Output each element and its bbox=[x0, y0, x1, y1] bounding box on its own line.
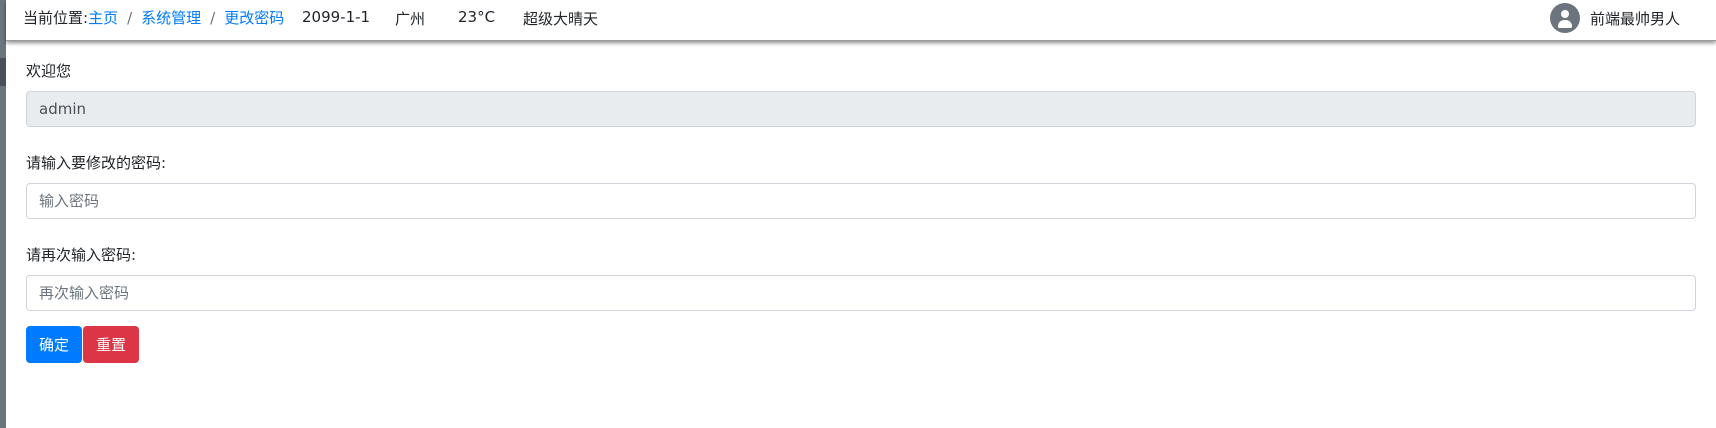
new-password-input[interactable] bbox=[26, 183, 1696, 219]
reset-button[interactable]: 重置 bbox=[83, 326, 140, 363]
header-date: 2099-1-1 bbox=[302, 8, 371, 26]
header-city: 广州 bbox=[395, 10, 426, 28]
user-menu[interactable]: 前端最帅男人 bbox=[1549, 3, 1680, 33]
form-actions: 确定 重置 bbox=[26, 326, 1698, 363]
breadcrumb: 当前位置:主页 / 系统管理 / 更改密码 bbox=[23, 7, 284, 28]
breadcrumb-separator: / bbox=[127, 9, 133, 27]
sidebar-edge-marker bbox=[0, 58, 6, 86]
avatar-body-shape bbox=[1557, 20, 1572, 28]
account-group: 欢迎您 bbox=[26, 60, 1698, 127]
welcome-label: 欢迎您 bbox=[26, 62, 72, 80]
header-weather: 超级大晴天 bbox=[523, 10, 599, 28]
confirm-password-input[interactable] bbox=[26, 275, 1696, 311]
username-label[interactable]: 前端最帅男人 bbox=[1590, 8, 1680, 29]
change-password-form: 欢迎您 请输入要修改的密码: 请再次输入密码: 确定 重置 bbox=[26, 60, 1698, 363]
confirm-password-label: 请再次输入密码: bbox=[26, 246, 137, 264]
page-frame: 当前位置:主页 / 系统管理 / 更改密码 2099-1-1 广州 23°C 超级大晴天… bbox=[0, 0, 1716, 428]
breadcrumb-change-password-link[interactable]: 更改密码 bbox=[224, 9, 284, 27]
avatar-head-shape bbox=[1560, 10, 1569, 18]
confirm-password-group: 请再次输入密码: bbox=[26, 244, 1698, 311]
breadcrumb-home-link[interactable]: 主页 bbox=[88, 9, 118, 27]
account-field bbox=[26, 91, 1696, 127]
top-header: 当前位置:主页 / 系统管理 / 更改密码 2099-1-1 广州 23°C 超级大晴天… bbox=[6, 0, 1716, 41]
sidebar-edge bbox=[0, 0, 6, 428]
header-temperature: 23°C bbox=[458, 8, 496, 26]
user-avatar-icon[interactable] bbox=[1549, 3, 1580, 33]
breadcrumb-system-link[interactable]: 系统管理 bbox=[141, 9, 201, 27]
new-password-group: 请输入要修改的密码: bbox=[26, 152, 1698, 219]
breadcrumb-separator: / bbox=[210, 9, 216, 27]
breadcrumb-lead: 当前位置: bbox=[23, 9, 89, 27]
new-password-label: 请输入要修改的密码: bbox=[26, 154, 167, 172]
submit-button[interactable]: 确定 bbox=[26, 326, 83, 363]
